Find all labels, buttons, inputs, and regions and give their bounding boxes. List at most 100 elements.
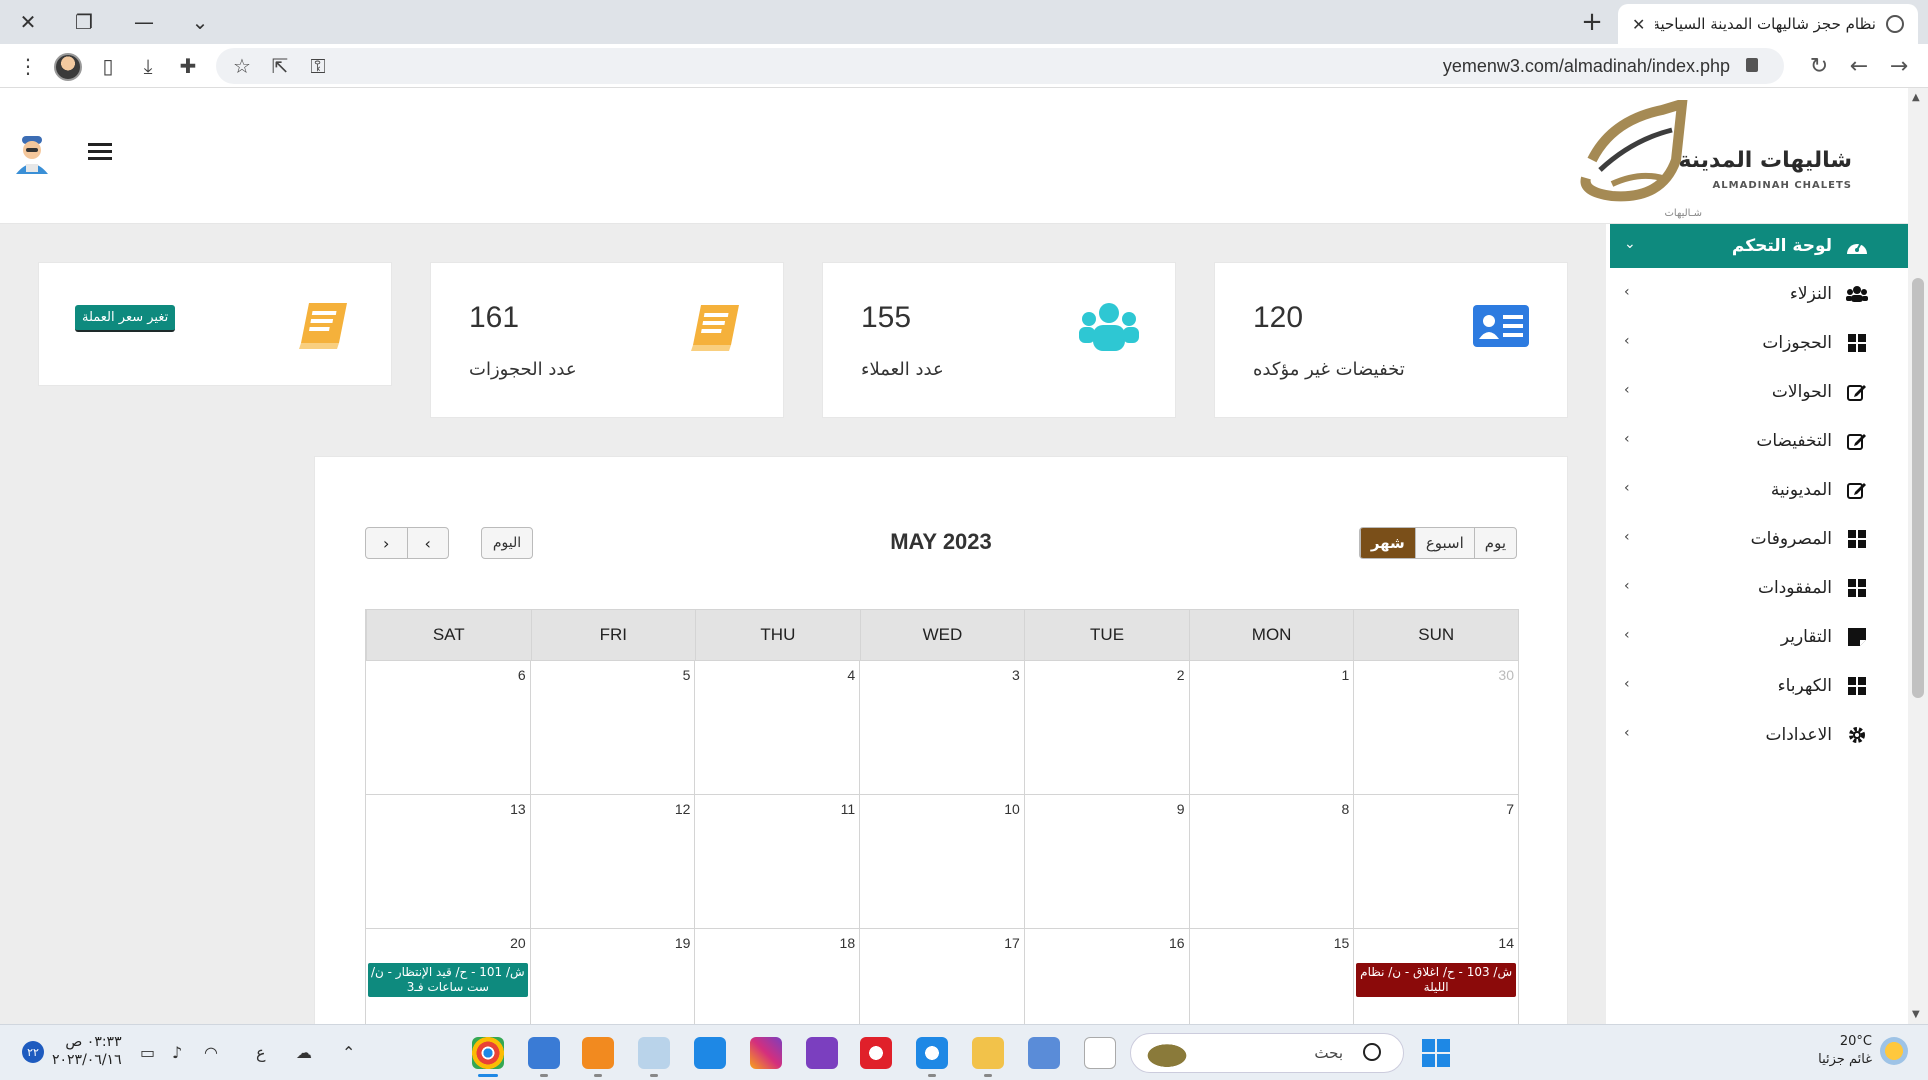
user-avatar-icon[interactable] <box>12 132 52 176</box>
vscode-icon[interactable] <box>694 1037 726 1069</box>
calendar-event[interactable]: ش/ 101 - ح/ قيد الإنتظار - ن/ ست ساعات ف… <box>367 963 528 997</box>
menu-dots-icon[interactable]: ⋮ <box>14 52 42 80</box>
weekday-label: THU <box>695 610 860 660</box>
edit-icon <box>1846 381 1868 403</box>
sidebar-item-lost-items[interactable]: المفقودات ‹ <box>1610 566 1908 610</box>
grid-icon <box>1846 528 1868 550</box>
change-currency-button[interactable]: تغير سعر العملة <box>75 305 176 332</box>
bookmark-star-icon[interactable]: ☆ <box>228 52 256 80</box>
sidebar-item-label: الحجوزات <box>1762 333 1832 353</box>
page-scrollbar[interactable]: ▲ ▼ <box>1908 88 1928 1024</box>
day-cell[interactable]: 3 <box>860 661 1025 794</box>
day-cell[interactable]: 13 <box>366 795 531 928</box>
sidebar-item-discounts[interactable]: التخفيضات ‹ <box>1610 419 1908 463</box>
chevron-up-icon[interactable]: ⌃ <box>342 1043 355 1062</box>
url-text[interactable]: yemenw3.com/almadinah/index.php <box>1443 56 1730 77</box>
day-cell[interactable]: 14 ش/ 103 - ح/ اغلاق - ن/ نظام الليلة <box>1354 929 1519 1024</box>
vlc-icon[interactable] <box>582 1037 614 1077</box>
day-cell[interactable]: 7 <box>1354 795 1519 928</box>
profile-avatar[interactable] <box>54 53 82 81</box>
sidebar-item-label: الاعدادات <box>1765 725 1832 745</box>
input-language[interactable]: ع <box>256 1043 266 1062</box>
day-cell[interactable]: 10 <box>860 795 1025 928</box>
notepad-icon[interactable] <box>528 1037 560 1077</box>
share-icon[interactable]: ⇱ <box>266 52 294 80</box>
instagram-icon[interactable] <box>750 1037 782 1069</box>
scroll-down-icon[interactable]: ▼ <box>1912 1009 1920 1020</box>
logo[interactable]: شاليهات المدينة ALMADINAH CHALETS شـاليه… <box>1562 96 1852 219</box>
sidebar-item-bookings[interactable]: الحجوزات ‹ <box>1610 321 1908 365</box>
sidebar-item-transfers[interactable]: الحوالات ‹ <box>1610 370 1908 414</box>
sidebar-item-settings[interactable]: الاعدادات ‹ <box>1610 713 1908 757</box>
reload-icon[interactable]: ↻ <box>1802 50 1836 82</box>
day-number: 2 <box>1176 667 1185 683</box>
day-cell[interactable]: 16 <box>1025 929 1190 1024</box>
close-window-icon[interactable]: ✕ <box>8 6 48 38</box>
menu-toggle-icon[interactable] <box>88 143 112 163</box>
day-cell[interactable]: 17 <box>860 929 1025 1024</box>
day-cell[interactable]: 11 <box>695 795 861 928</box>
day-cell[interactable]: 9 <box>1025 795 1190 928</box>
opera-browser-icon[interactable] <box>860 1037 892 1069</box>
close-tab-icon[interactable]: ✕ <box>1632 15 1645 34</box>
extensions-icon[interactable]: ✚ <box>174 52 202 80</box>
day-cell[interactable]: 15 <box>1190 929 1355 1024</box>
forward-icon[interactable]: → <box>1882 50 1916 82</box>
edge-browser-icon[interactable] <box>916 1037 948 1077</box>
download-icon[interactable]: ⤓ <box>134 52 162 80</box>
chrome-browser-icon[interactable] <box>472 1037 504 1077</box>
day-cell[interactable]: 8 <box>1190 795 1355 928</box>
terminal-app-icon[interactable] <box>1084 1037 1116 1069</box>
back-icon[interactable]: ← <box>1842 50 1876 82</box>
browser-tab[interactable]: نظام حجز شاليهات المدينة السياحية ✕ <box>1618 4 1918 44</box>
onedrive-cloud-icon[interactable]: ☁ <box>296 1043 312 1062</box>
sidebar-panel-icon[interactable]: ▯ <box>94 52 122 80</box>
new-tab-button[interactable]: + <box>1576 6 1608 38</box>
day-cell[interactable]: 4 <box>695 661 861 794</box>
restore-window-icon[interactable]: ❐ <box>64 6 104 38</box>
notification-badge[interactable]: ٢٢ <box>22 1041 44 1063</box>
start-button[interactable] <box>1422 1039 1450 1067</box>
sidebar-item-expenses[interactable]: المصروفات ‹ <box>1610 517 1908 561</box>
view-week-button[interactable]: اسبوع <box>1414 528 1474 558</box>
sidebar-item-guests[interactable]: النزلاء ‹ <box>1610 272 1908 316</box>
scrollbar-thumb[interactable] <box>1912 278 1924 698</box>
day-number: 5 <box>682 667 691 683</box>
chat-app-icon[interactable] <box>1028 1037 1060 1069</box>
battery-icon[interactable]: ▭ <box>140 1043 155 1062</box>
visual-studio-icon[interactable] <box>806 1037 838 1069</box>
day-cell[interactable]: 18 <box>695 929 861 1024</box>
monitor-app-icon[interactable] <box>638 1037 670 1077</box>
tab-list-chevron-icon[interactable]: ⌄ <box>180 6 220 38</box>
day-cell[interactable]: 30 <box>1354 661 1519 794</box>
day-cell[interactable]: 12 <box>531 795 696 928</box>
sidebar-item-dashboard[interactable]: لوحة التحكم ⌄ <box>1610 224 1908 268</box>
file-explorer-icon[interactable] <box>972 1037 1004 1077</box>
view-month-button[interactable]: شهر <box>1359 528 1415 558</box>
weather-widget[interactable]: 20°C غائم جزئيا <box>1818 1033 1908 1069</box>
address-box[interactable]: ☆ ⇱ ⚿ yemenw3.com/almadinah/index.php <box>216 48 1784 84</box>
day-number: 13 <box>510 801 526 817</box>
day-cell[interactable]: 6 <box>366 661 531 794</box>
day-cell[interactable]: 2 <box>1025 661 1190 794</box>
day-number: 30 <box>1498 667 1514 683</box>
clock[interactable]: ٠٣:٣٣ ص ٢٠٢٣/٠٦/١٦ <box>52 1033 122 1069</box>
day-cell[interactable]: 5 <box>531 661 696 794</box>
day-cell[interactable]: 20 ش/ 101 - ح/ قيد الإنتظار - ن/ ست ساعا… <box>366 929 531 1024</box>
weekday-label: TUE <box>1024 610 1189 660</box>
sidebar-item-debts[interactable]: المديونية ‹ <box>1610 468 1908 512</box>
view-day-button[interactable]: يوم <box>1473 528 1516 558</box>
lock-icon[interactable] <box>1746 58 1758 72</box>
calendar-event[interactable]: ش/ 103 - ح/ اغلاق - ن/ نظام الليلة <box>1356 963 1516 997</box>
stat-card-discounts: 120 تخفيضات غير مؤكده <box>1214 262 1568 418</box>
sidebar-item-reports[interactable]: التقارير ‹ <box>1610 615 1908 659</box>
password-key-icon[interactable]: ⚿ <box>304 52 332 80</box>
minimize-window-icon[interactable]: — <box>124 6 164 38</box>
wifi-icon[interactable]: ◠ <box>204 1043 218 1062</box>
sidebar-item-electricity[interactable]: الكهرباء ‹ <box>1610 664 1908 708</box>
taskbar-search[interactable]: بحث <box>1130 1033 1404 1073</box>
volume-icon[interactable]: ♪ <box>172 1043 182 1062</box>
day-cell[interactable]: 19 <box>531 929 696 1024</box>
scroll-up-icon[interactable]: ▲ <box>1912 92 1920 103</box>
day-cell[interactable]: 1 <box>1190 661 1355 794</box>
